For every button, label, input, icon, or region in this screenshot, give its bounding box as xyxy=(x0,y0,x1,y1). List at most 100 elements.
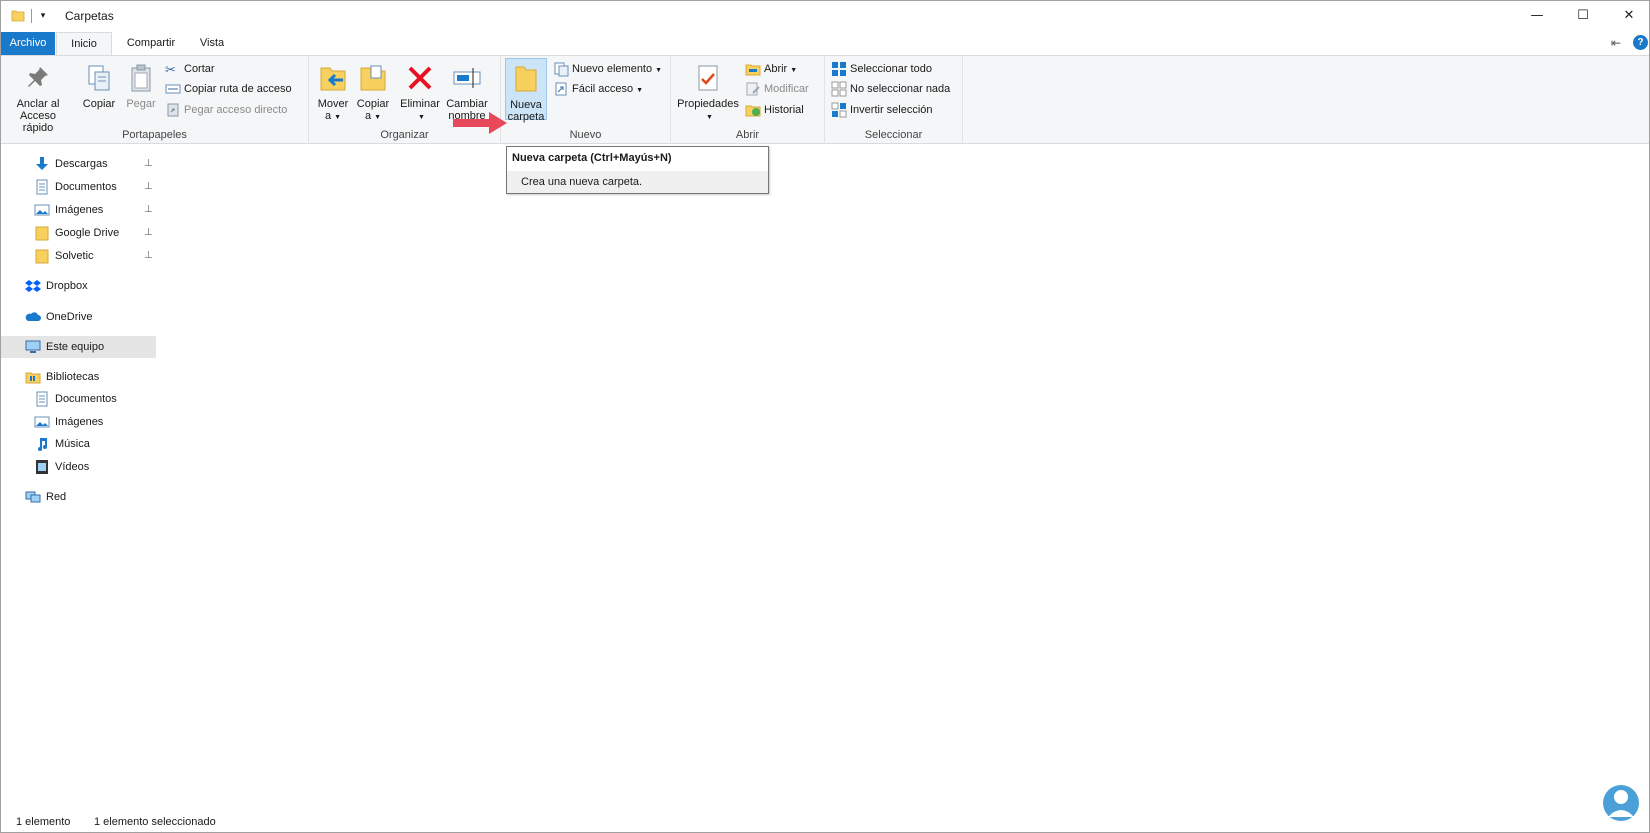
document-icon xyxy=(36,179,48,195)
new-folder-label-2: carpeta xyxy=(507,111,545,123)
nav-item-label: Dropbox xyxy=(46,280,88,292)
nav-item-label: Solvetic xyxy=(55,250,94,262)
edit-button[interactable]: Modificar xyxy=(745,80,809,100)
new-folder-button[interactable]: Nueva carpeta xyxy=(505,58,547,123)
help-icon[interactable]: ? xyxy=(1633,35,1648,50)
copy-to-label-2: a xyxy=(364,110,372,122)
tab-inicio[interactable]: Inicio xyxy=(56,32,112,55)
pictures-icon xyxy=(34,416,50,428)
nav-item-label: Bibliotecas xyxy=(46,371,100,383)
nav-item-documentos[interactable]: Documentos ⊥ xyxy=(34,176,154,198)
nav-item-imagenes[interactable]: Imágenes ⊥ xyxy=(34,199,154,221)
pin-icon[interactable]: ⊥ xyxy=(144,153,153,175)
copy-icon xyxy=(88,65,110,91)
music-icon xyxy=(38,438,47,452)
group-nuevo: Nueva carpeta Nuevo elemento ▼ Fácil acce… xyxy=(501,56,671,144)
dropbox-icon xyxy=(25,280,41,293)
group-portapapeles: Anclar al Acceso rápido Copiar Pegar ✂ C… xyxy=(1,56,309,144)
copy-path-button[interactable]: Copiar ruta de acceso xyxy=(165,80,292,100)
move-label-2: a xyxy=(324,110,332,122)
nav-item-lib-documentos[interactable]: Documentos xyxy=(34,388,154,410)
nav-item-red[interactable]: Red xyxy=(25,486,153,508)
item-count: 1 elemento xyxy=(16,816,71,828)
group-label-abrir: Abrir xyxy=(735,129,760,141)
chevron-down-icon: ▼ xyxy=(418,114,425,121)
status-bar: 1 elemento 1 elemento seleccionado xyxy=(1,813,1649,833)
nav-item-lib-musica[interactable]: Música xyxy=(34,433,154,455)
video-icon xyxy=(36,460,48,475)
nav-item-label: Imágenes xyxy=(55,416,104,428)
select-all-icon xyxy=(832,62,846,77)
paste-icon xyxy=(131,64,151,92)
nav-item-bibliotecas[interactable]: Bibliotecas xyxy=(25,366,153,388)
ribbon: Anclar al Acceso rápido Copiar Pegar ✂ C… xyxy=(1,55,1649,144)
copy-path-icon xyxy=(165,84,181,94)
history-icon xyxy=(745,105,761,117)
pin-icon[interactable]: ⊥ xyxy=(144,176,153,198)
group-seleccionar: Seleccionar todo No seleccionar nada Inv… xyxy=(825,56,963,144)
nav-item-label: OneDrive xyxy=(46,311,93,323)
paste-shortcut-button[interactable]: Pegar acceso directo xyxy=(165,101,287,121)
properties-icon xyxy=(698,65,718,91)
tab-archivo[interactable]: Archivo xyxy=(1,32,55,55)
nav-item-google-drive[interactable]: Google Drive ⊥ xyxy=(34,222,154,244)
open-button[interactable]: Abrir ▼ xyxy=(745,60,797,80)
collapse-ribbon-icon[interactable]: ⇤ xyxy=(1611,36,1621,50)
select-all-label: Seleccionar todo xyxy=(850,63,932,75)
pin-icon[interactable]: ⊥ xyxy=(144,245,153,267)
pin-label-line1: Anclar al xyxy=(16,98,60,110)
easy-access-label: Fácil acceso xyxy=(572,83,634,95)
properties-button[interactable]: Propiedades ▼ xyxy=(675,58,741,124)
nav-item-label: Descargas xyxy=(55,158,108,170)
chevron-down-icon: ▼ xyxy=(655,67,663,74)
nav-item-lib-videos[interactable]: Vídeos xyxy=(34,456,154,478)
nav-item-label: Este equipo xyxy=(46,341,105,353)
group-abrir: Propiedades ▼ Abrir ▼ Modificar Historial… xyxy=(671,56,825,144)
group-label-nuevo: Nuevo xyxy=(569,129,602,141)
delete-label: Eliminar xyxy=(400,98,440,110)
pin-icon[interactable]: ⊥ xyxy=(144,199,153,221)
select-all-button[interactable]: Seleccionar todo xyxy=(831,60,932,80)
folder-icon[interactable] xyxy=(11,8,25,22)
nav-item-label: Vídeos xyxy=(55,461,90,473)
invert-selection-icon xyxy=(831,102,847,118)
nav-item-onedrive[interactable]: OneDrive xyxy=(25,306,153,328)
copy-to-label-1: Copiar xyxy=(356,98,390,110)
copy-button[interactable]: Copiar xyxy=(79,58,119,110)
delete-button[interactable]: Eliminar ▼ xyxy=(399,58,441,124)
invert-selection-label: Invertir selección xyxy=(850,104,933,116)
nav-item-dropbox[interactable]: Dropbox xyxy=(25,275,153,297)
group-label-seleccionar: Seleccionar xyxy=(864,129,923,141)
maximize-button[interactable]: ☐ xyxy=(1560,1,1606,31)
paste-shortcut-icon xyxy=(167,103,179,117)
select-none-button[interactable]: No seleccionar nada xyxy=(831,80,950,100)
nav-item-label: Documentos xyxy=(55,181,117,193)
nav-item-lib-imagenes[interactable]: Imágenes xyxy=(34,411,154,433)
tab-vista[interactable]: Vista xyxy=(189,32,235,55)
paste-label: Pegar xyxy=(126,98,156,110)
selected-count: 1 elemento seleccionado xyxy=(94,816,216,828)
easy-access-button[interactable]: Fácil acceso ▼ xyxy=(553,80,643,100)
nav-item-solvetic[interactable]: Solvetic ⊥ xyxy=(34,245,154,267)
pin-quick-access-button[interactable]: Anclar al Acceso rápido xyxy=(7,58,69,134)
easy-access-icon xyxy=(555,82,567,96)
history-button[interactable]: Historial xyxy=(745,101,804,121)
new-item-button[interactable]: Nuevo elemento ▼ xyxy=(553,60,662,80)
title-bar: ▾ Carpetas — ☐ ✕ xyxy=(1,1,1649,31)
move-to-button[interactable]: Mover a ▼ xyxy=(315,58,351,124)
tab-compartir[interactable]: Compartir xyxy=(118,32,184,55)
minimize-button[interactable]: — xyxy=(1514,1,1560,31)
quick-access-dropdown-icon[interactable]: ▾ xyxy=(37,8,49,22)
nav-item-este-equipo[interactable]: Este equipo xyxy=(1,336,156,358)
pin-icon[interactable]: ⊥ xyxy=(144,222,153,244)
cut-button[interactable]: ✂ Cortar xyxy=(165,60,215,80)
paste-button[interactable]: Pegar xyxy=(123,58,159,110)
copy-to-button[interactable]: Copiar a ▼ xyxy=(355,58,391,124)
nav-item-label: Música xyxy=(55,438,90,450)
tooltip-body: Crea una nueva carpeta. xyxy=(507,171,768,193)
rename-label-1: Cambiar xyxy=(446,98,488,110)
close-button[interactable]: ✕ xyxy=(1606,1,1650,31)
network-icon xyxy=(25,491,41,503)
invert-selection-button[interactable]: Invertir selección xyxy=(831,101,933,121)
nav-item-descargas[interactable]: Descargas ⊥ xyxy=(34,153,154,175)
